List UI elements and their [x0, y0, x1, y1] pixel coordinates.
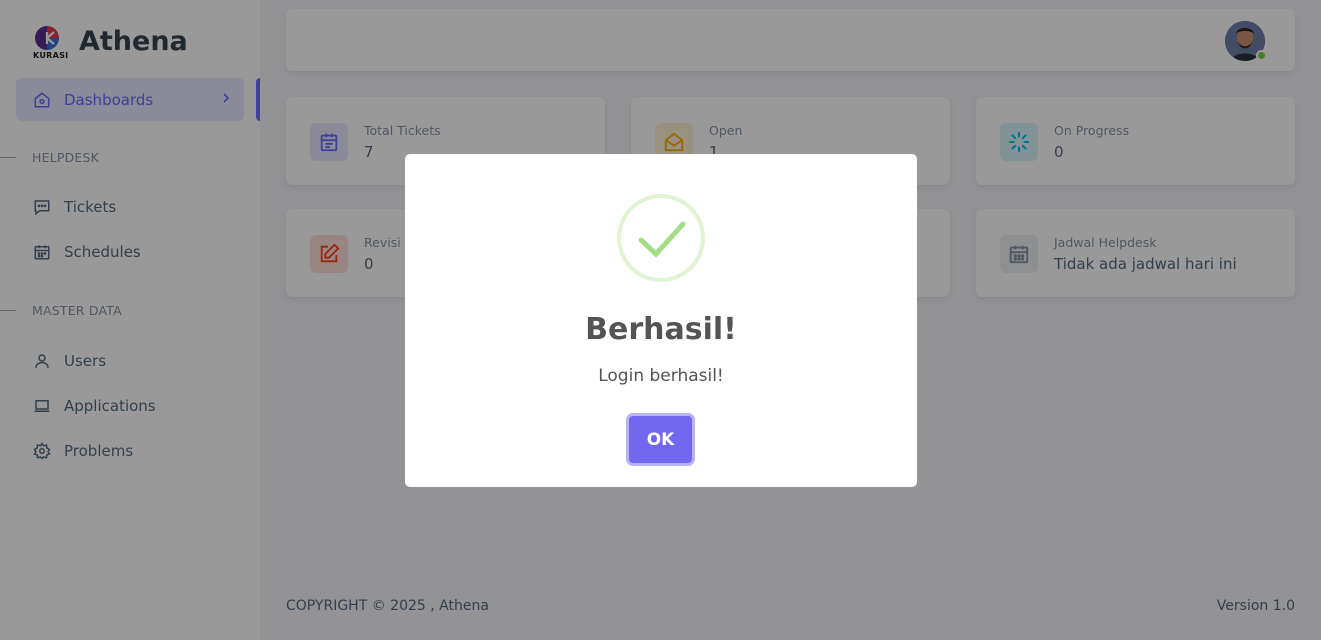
- dialog-title: Berhasil!: [585, 312, 737, 347]
- checkmark-icon: [617, 194, 705, 282]
- success-dialog: Berhasil! Login berhasil! OK: [405, 154, 917, 487]
- ok-button[interactable]: OK: [629, 416, 692, 463]
- modal-backdrop[interactable]: Berhasil! Login berhasil! OK: [0, 0, 1321, 640]
- dialog-message: Login berhasil!: [598, 366, 724, 386]
